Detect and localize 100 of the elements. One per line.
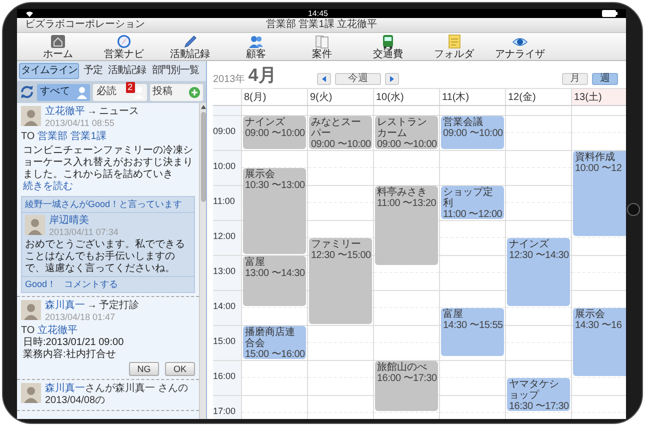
filter-button[interactable]: 必読 2 [93, 84, 147, 100]
view-button[interactable]: 週 [592, 73, 618, 85]
response-button[interactable]: OK [165, 362, 195, 376]
author-link[interactable]: 立花徹平 [45, 106, 85, 118]
calendar-event[interactable]: 旅館山のべ 16:00 〜17:30 [375, 360, 438, 412]
recipient-link[interactable]: 営業部 [38, 131, 68, 143]
event-title: ヤマタケショップ [509, 379, 560, 402]
calendar-event[interactable]: 富屋 13:00 〜14:30 [243, 256, 306, 306]
event-title: 富屋 [443, 309, 464, 320]
event-time: 16:00 〜17:30 [377, 372, 436, 384]
calendar-event[interactable]: レストランカーム 09:00 〜10:00 [375, 116, 438, 149]
toolbar-button[interactable]: 交通費 [355, 33, 421, 60]
event-title: ナインズ [245, 116, 286, 128]
response-button[interactable]: NG [129, 362, 159, 376]
home-button[interactable] [627, 203, 640, 216]
hour-label: 09:00 [213, 126, 236, 136]
event-time: 14:30 〜16 [575, 320, 623, 332]
calendar-event[interactable]: みなとスーパー 09:00 〜10:00 [309, 116, 372, 149]
event-title: 展示会 [575, 309, 606, 320]
read-more-link[interactable]: 続きを読む [23, 181, 73, 192]
scrollbar[interactable] [199, 103, 206, 419]
toolbar-button[interactable]: 案件 [289, 33, 355, 60]
event-title: ショップ定利 [443, 186, 494, 209]
event-title: 料亭みさき [377, 186, 428, 198]
compass-icon [116, 34, 132, 48]
comment-action-link[interactable]: コメントする [64, 279, 118, 290]
this-week-button[interactable]: 今週 [335, 73, 381, 85]
event-title: ファミリー [311, 239, 362, 250]
document-icon [314, 34, 330, 48]
toolbar-button[interactable]: 顧客 [223, 33, 289, 60]
schedule-detail: 業務内容:社内打合せ [22, 349, 117, 361]
view-button[interactable]: 月 [562, 73, 588, 85]
previous-week-button[interactable] [317, 73, 331, 85]
calendar-event[interactable]: 展示会 14:30 〜16 [573, 308, 626, 376]
calendar-event[interactable]: ファミリー 12:30 〜15:00 [309, 238, 372, 324]
month-label: 4月 [248, 65, 276, 85]
hour-label: 13:00 [213, 266, 236, 276]
left-arrow-icon [322, 76, 326, 82]
avatar-icon [25, 215, 45, 235]
calendar-event[interactable]: 富屋 14:30 〜15:55 [441, 308, 504, 356]
event-title: ナインズ [509, 239, 550, 250]
toolbar-button[interactable]: フォルダ [421, 33, 487, 60]
avatar-icon [21, 106, 41, 126]
post-target: ニュース [99, 106, 139, 118]
filter-button[interactable]: すべて [37, 84, 90, 100]
toolbar-button[interactable]: ホーム [25, 33, 91, 60]
notification-badge: 2 [126, 82, 135, 92]
toolbar-button[interactable]: 活動記録 [157, 33, 223, 60]
author-link[interactable]: 森川真一 [45, 383, 85, 394]
recipient-link[interactable]: 立花徹平 [38, 325, 78, 337]
hour-label: 14:00 [213, 300, 236, 311]
avatar-icon [21, 300, 41, 320]
calendar-event[interactable]: ナインズ 12:30 〜14:30 [507, 238, 570, 306]
post-date: 2013/04/18 01:47 [45, 312, 116, 323]
to-label: TO [21, 325, 35, 336]
day-header: 13(土) [571, 89, 626, 105]
calendar-event[interactable]: ヤマタケショップ 16:30 〜17:30 [507, 378, 570, 412]
calendar-event[interactable]: ナインズ 09:00 〜10:00 [243, 116, 306, 149]
year-label: 2013年 [213, 74, 246, 85]
arrow-text: → [87, 300, 97, 312]
event-time: 09:00 〜10:00 [311, 138, 370, 149]
sidebar-tab[interactable]: タイムライン [19, 63, 80, 79]
toolbar-button[interactable]: 営業ナビ [91, 33, 157, 60]
comment-action-link[interactable]: Good！ [25, 279, 56, 290]
event-time: 15:00 〜16:00 [245, 348, 304, 359]
sidebar-tab[interactable]: 活動記録 [106, 63, 148, 79]
hour-label: 17:00 [213, 406, 236, 416]
calendar-event[interactable]: 営業会議 09:00 〜10:00 [441, 116, 504, 149]
company-name: ビズラボコーポレーション [25, 20, 146, 30]
event-time: 12:30 〜14:30 [509, 250, 568, 262]
calendar-event[interactable]: 料亭みさき 11:00 〜13:20 [375, 186, 438, 266]
author-link[interactable]: 森川真一 [45, 300, 85, 312]
calendar-event[interactable]: 展示会 10:30 〜13:00 [243, 168, 306, 254]
event-time: 13:00 〜14:30 [245, 268, 304, 279]
calendar-event[interactable]: 播磨商店連合会 15:00 〜16:00 [243, 326, 306, 359]
arrow-text: → [87, 106, 97, 118]
event-title: 播磨商店連合会 [245, 326, 296, 349]
event-title: 富屋 [245, 256, 266, 268]
calendar-event[interactable]: ショップ定利 11:00 〜12:00 [441, 186, 504, 219]
event-time: 10:30 〜13:00 [245, 180, 304, 192]
event-title: レストランカーム [377, 116, 428, 139]
event-time: 16:30 〜17:30 [509, 401, 568, 412]
recipient-link[interactable]: 営業1課 [70, 131, 106, 143]
event-title: 展示会 [245, 169, 276, 180]
next-week-button[interactable] [385, 73, 399, 85]
activity-text: 森川真一さんが森川真一 さんの2013/04/08の [45, 383, 189, 407]
scroll-thumb[interactable] [200, 112, 206, 202]
calendar-event[interactable]: 資料作成 10:00 〜12 [573, 150, 626, 236]
hour-label: 15:00 [213, 336, 236, 346]
sidebar-tab[interactable]: 部門別一覧 [150, 63, 201, 79]
toolbar-button[interactable]: アナライザ [487, 33, 553, 60]
comment-body: おめでとうございます。私でできることはなんでもお手伝いしますので、遠慮なく言ってくださいね。 [25, 239, 186, 275]
event-time: 14:30 〜15:55 [443, 320, 502, 332]
event-title: 旅館山のべ [377, 362, 428, 373]
event-time: 11:00 〜12:00 [443, 208, 502, 219]
filter-button[interactable]: 投稿 [150, 84, 203, 100]
refresh-icon [20, 85, 34, 99]
author-link[interactable]: 岸辺晴美 [49, 215, 89, 227]
to-label: TO [21, 131, 35, 143]
sidebar-tab[interactable]: 予定 [81, 63, 104, 79]
